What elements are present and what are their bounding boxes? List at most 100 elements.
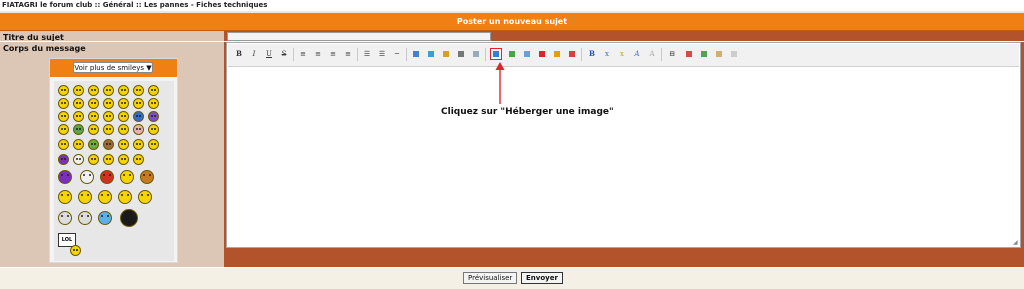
quote-icon[interactable] bbox=[410, 48, 422, 60]
hide-icon[interactable] bbox=[455, 48, 467, 60]
message-body-textarea[interactable] bbox=[229, 67, 1018, 245]
smiley-icon[interactable] bbox=[148, 124, 159, 135]
smiley-icon[interactable] bbox=[58, 124, 69, 135]
smiley-icon[interactable] bbox=[118, 139, 129, 150]
smiley-icon[interactable] bbox=[98, 211, 112, 225]
link-icon[interactable] bbox=[521, 48, 533, 60]
smiley-panel-header: Voir plus de smileys ▼ bbox=[50, 59, 177, 77]
numbered-list-icon[interactable]: ☰ bbox=[376, 48, 388, 60]
smiley-icon[interactable] bbox=[103, 85, 114, 96]
smiley-icon[interactable] bbox=[148, 139, 159, 150]
smiley-grid: LOL bbox=[54, 81, 174, 261]
smiley-icon[interactable] bbox=[103, 124, 114, 135]
smiley-icon[interactable] bbox=[120, 209, 138, 227]
smiley-icon[interactable] bbox=[103, 98, 114, 109]
smiley-icon[interactable] bbox=[140, 170, 154, 184]
message-editor: B I U S ≡ ≡ ≡ ≡ ☰ ☰ ─ B x x A A ⊟ ◢ bbox=[226, 42, 1021, 248]
smiley-icon[interactable] bbox=[88, 124, 99, 135]
smiley-icon[interactable] bbox=[73, 139, 84, 150]
italic-button[interactable]: I bbox=[248, 48, 260, 60]
breadcrumb[interactable]: FIATAGRI le forum club :: Général :: Les… bbox=[2, 1, 267, 11]
smiley-icon[interactable] bbox=[118, 190, 132, 204]
smiley-icon[interactable] bbox=[118, 111, 129, 122]
more-smileys-dropdown[interactable]: Voir plus de smileys ▼ bbox=[73, 62, 153, 73]
preview-button[interactable]: Prévisualiser bbox=[463, 272, 518, 284]
smiley-icon[interactable] bbox=[133, 111, 144, 122]
smiley-icon[interactable] bbox=[73, 85, 84, 96]
align-center-icon[interactable]: ≡ bbox=[312, 48, 324, 60]
color-picker-icon[interactable] bbox=[566, 48, 578, 60]
eraser-icon[interactable] bbox=[713, 48, 725, 60]
smiley-icon[interactable] bbox=[88, 98, 99, 109]
smiley-icon[interactable] bbox=[120, 170, 134, 184]
smiley-icon[interactable] bbox=[103, 111, 114, 122]
smiley-icon[interactable] bbox=[80, 170, 94, 184]
smiley-icon[interactable] bbox=[58, 139, 69, 150]
table-icon[interactable] bbox=[470, 48, 482, 60]
smiley-icon[interactable] bbox=[58, 111, 69, 122]
search-icon[interactable] bbox=[698, 48, 710, 60]
spoiler-icon[interactable] bbox=[440, 48, 452, 60]
resize-grip-icon[interactable]: ◢ bbox=[1013, 240, 1019, 246]
form-title: Poster un nouveau sujet bbox=[0, 13, 1024, 31]
source-mode-icon[interactable] bbox=[728, 48, 740, 60]
smiley-icon[interactable] bbox=[118, 85, 129, 96]
smiley-icon[interactable] bbox=[58, 85, 69, 96]
strike-button[interactable]: S bbox=[278, 48, 290, 60]
smiley-icon[interactable] bbox=[88, 139, 99, 150]
page-break-icon[interactable]: ⊟ bbox=[666, 48, 678, 60]
date-icon[interactable] bbox=[683, 48, 695, 60]
horizontal-rule-icon[interactable]: ─ bbox=[391, 48, 403, 60]
font-size-icon[interactable]: A bbox=[646, 48, 658, 60]
smiley-icon[interactable] bbox=[70, 245, 81, 256]
smiley-icon[interactable] bbox=[73, 154, 84, 165]
smiley-icon[interactable] bbox=[88, 111, 99, 122]
align-left-icon[interactable]: ≡ bbox=[297, 48, 309, 60]
smiley-icon[interactable] bbox=[103, 139, 114, 150]
align-right-icon[interactable]: ≡ bbox=[327, 48, 339, 60]
smiley-icon[interactable] bbox=[58, 211, 72, 225]
font-bold-alt-icon[interactable]: B bbox=[586, 48, 598, 60]
host-image-icon[interactable] bbox=[490, 48, 502, 60]
smiley-icon[interactable] bbox=[103, 154, 114, 165]
submit-button[interactable]: Envoyer bbox=[521, 272, 563, 284]
annotation-text: Cliquez sur "Héberger une image" bbox=[441, 107, 614, 117]
font-family-icon[interactable]: A bbox=[631, 48, 643, 60]
underline-button[interactable]: U bbox=[263, 48, 275, 60]
smiley-icon[interactable] bbox=[88, 154, 99, 165]
smiley-icon[interactable] bbox=[73, 124, 84, 135]
align-justify-icon[interactable]: ≡ bbox=[342, 48, 354, 60]
smiley-icon[interactable] bbox=[148, 111, 159, 122]
smiley-icon[interactable] bbox=[58, 190, 72, 204]
subscript-icon[interactable]: x bbox=[601, 48, 613, 60]
code-icon[interactable] bbox=[425, 48, 437, 60]
smiley-icon[interactable] bbox=[133, 139, 144, 150]
smiley-icon[interactable] bbox=[98, 190, 112, 204]
smiley-icon[interactable] bbox=[78, 211, 92, 225]
smiley-icon[interactable] bbox=[100, 170, 114, 184]
smiley-icon[interactable] bbox=[58, 170, 72, 184]
smiley-icon[interactable] bbox=[118, 98, 129, 109]
flash-icon[interactable] bbox=[551, 48, 563, 60]
smiley-icon[interactable] bbox=[133, 85, 144, 96]
smiley-icon[interactable] bbox=[88, 85, 99, 96]
superscript-icon[interactable]: x bbox=[616, 48, 628, 60]
smiley-icon[interactable] bbox=[133, 124, 144, 135]
smiley-icon[interactable] bbox=[78, 190, 92, 204]
bold-button[interactable]: B bbox=[233, 48, 245, 60]
smiley-icon[interactable] bbox=[133, 154, 144, 165]
smiley-icon[interactable] bbox=[73, 98, 84, 109]
smiley-icon[interactable] bbox=[118, 124, 129, 135]
smiley-icon[interactable] bbox=[58, 154, 69, 165]
smiley-icon[interactable] bbox=[73, 111, 84, 122]
smiley-icon[interactable] bbox=[118, 154, 129, 165]
subject-input[interactable] bbox=[227, 32, 491, 41]
smiley-icon[interactable] bbox=[148, 98, 159, 109]
youtube-icon[interactable] bbox=[536, 48, 548, 60]
smiley-icon[interactable] bbox=[133, 98, 144, 109]
smiley-icon[interactable] bbox=[148, 85, 159, 96]
bullet-list-icon[interactable]: ☰ bbox=[361, 48, 373, 60]
smiley-icon[interactable] bbox=[138, 190, 152, 204]
image-icon[interactable] bbox=[506, 48, 518, 60]
smiley-icon[interactable] bbox=[58, 98, 69, 109]
